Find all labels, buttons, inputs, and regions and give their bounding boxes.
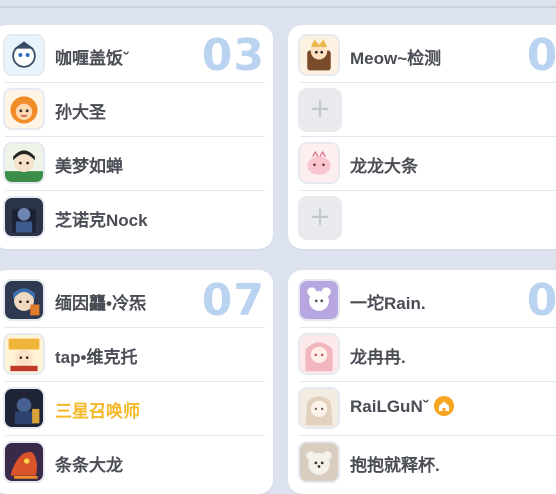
player-name: Meow~检测 <box>350 49 442 68</box>
player-name: RaiLGuNˇ <box>350 395 455 418</box>
avatar-cartoon-icon[interactable] <box>3 441 45 483</box>
plus-icon: + <box>309 202 331 232</box>
player-name: 三星召唤师 <box>55 402 140 421</box>
avatar-cartoon-icon[interactable] <box>3 333 45 375</box>
player-name: 条条大龙 <box>55 456 123 475</box>
player-slot[interactable]: 龙冉冉. <box>288 328 556 382</box>
player-slot[interactable]: 美梦如蝉 <box>0 137 273 191</box>
avatar-cartoon-icon[interactable] <box>3 196 45 238</box>
player-name: tap•维克托 <box>55 348 138 367</box>
avatar-cartoon-icon[interactable] <box>298 387 340 429</box>
player-slot[interactable]: 抱抱就释杯. <box>288 436 556 490</box>
avatar-cartoon-icon[interactable] <box>3 387 45 429</box>
player-name: 芝诺克Nock <box>55 211 148 230</box>
top-divider <box>0 6 556 8</box>
player-slot[interactable]: 条条大龙 <box>0 436 273 490</box>
add-player-button[interactable]: + <box>298 196 342 240</box>
add-player-button[interactable]: + <box>298 88 342 132</box>
team-card-04: 04 Meow~检测 + 龙龙大条 + <box>288 25 556 249</box>
avatar-cartoon-icon[interactable] <box>298 279 340 321</box>
player-slot[interactable]: 孙大圣 <box>0 83 273 137</box>
avatar-cartoon-icon[interactable] <box>3 142 45 184</box>
home-icon[interactable] <box>434 395 455 416</box>
avatar-cartoon-icon[interactable] <box>298 142 340 184</box>
avatar-cartoon-icon[interactable] <box>3 279 45 321</box>
player-name: 孙大圣 <box>55 103 106 122</box>
avatar-cartoon-icon[interactable] <box>298 333 340 375</box>
avatar-cartoon-icon[interactable] <box>298 441 340 483</box>
player-slot[interactable]: Meow~检测 <box>288 29 556 83</box>
empty-slot[interactable]: + <box>288 191 556 245</box>
empty-slot[interactable]: + <box>288 83 556 137</box>
player-name: 龙冉冉. <box>350 348 406 367</box>
player-name: 缅因龘•冷炁 <box>55 294 146 313</box>
avatar-cartoon-icon[interactable] <box>3 34 45 76</box>
player-slot[interactable]: 咖喱盖饭ˇ <box>0 29 273 83</box>
player-slot[interactable]: 三星召唤师 <box>0 382 273 436</box>
player-name: 抱抱就释杯. <box>350 456 440 475</box>
avatar-cartoon-icon[interactable] <box>3 88 45 130</box>
team-card-08: 08 一坨Rain. 龙冉冉. RaiLGuNˇ 抱抱就释杯. <box>288 270 556 494</box>
player-slot[interactable]: 龙龙大条 <box>288 137 556 191</box>
player-slot[interactable]: 芝诺克Nock <box>0 191 273 245</box>
avatar-cartoon-icon[interactable] <box>298 34 340 76</box>
player-name-text: RaiLGuNˇ <box>350 397 429 416</box>
player-name: 龙龙大条 <box>350 157 418 176</box>
team-card-03: 03 咖喱盖饭ˇ 孙大圣 美梦如蝉 芝诺克Nock <box>0 25 273 249</box>
player-slot[interactable]: RaiLGuNˇ <box>288 382 556 436</box>
player-slot[interactable]: 一坨Rain. <box>288 274 556 328</box>
player-slot[interactable]: tap•维克托 <box>0 328 273 382</box>
player-name: 一坨Rain. <box>350 294 426 313</box>
player-name: 咖喱盖饭ˇ <box>55 49 129 68</box>
plus-icon: + <box>309 94 331 124</box>
player-name: 美梦如蝉 <box>55 157 123 176</box>
team-card-07: 07 缅因龘•冷炁 tap•维克托 三星召唤师 条条大龙 <box>0 270 273 494</box>
player-slot[interactable]: 缅因龘•冷炁 <box>0 274 273 328</box>
